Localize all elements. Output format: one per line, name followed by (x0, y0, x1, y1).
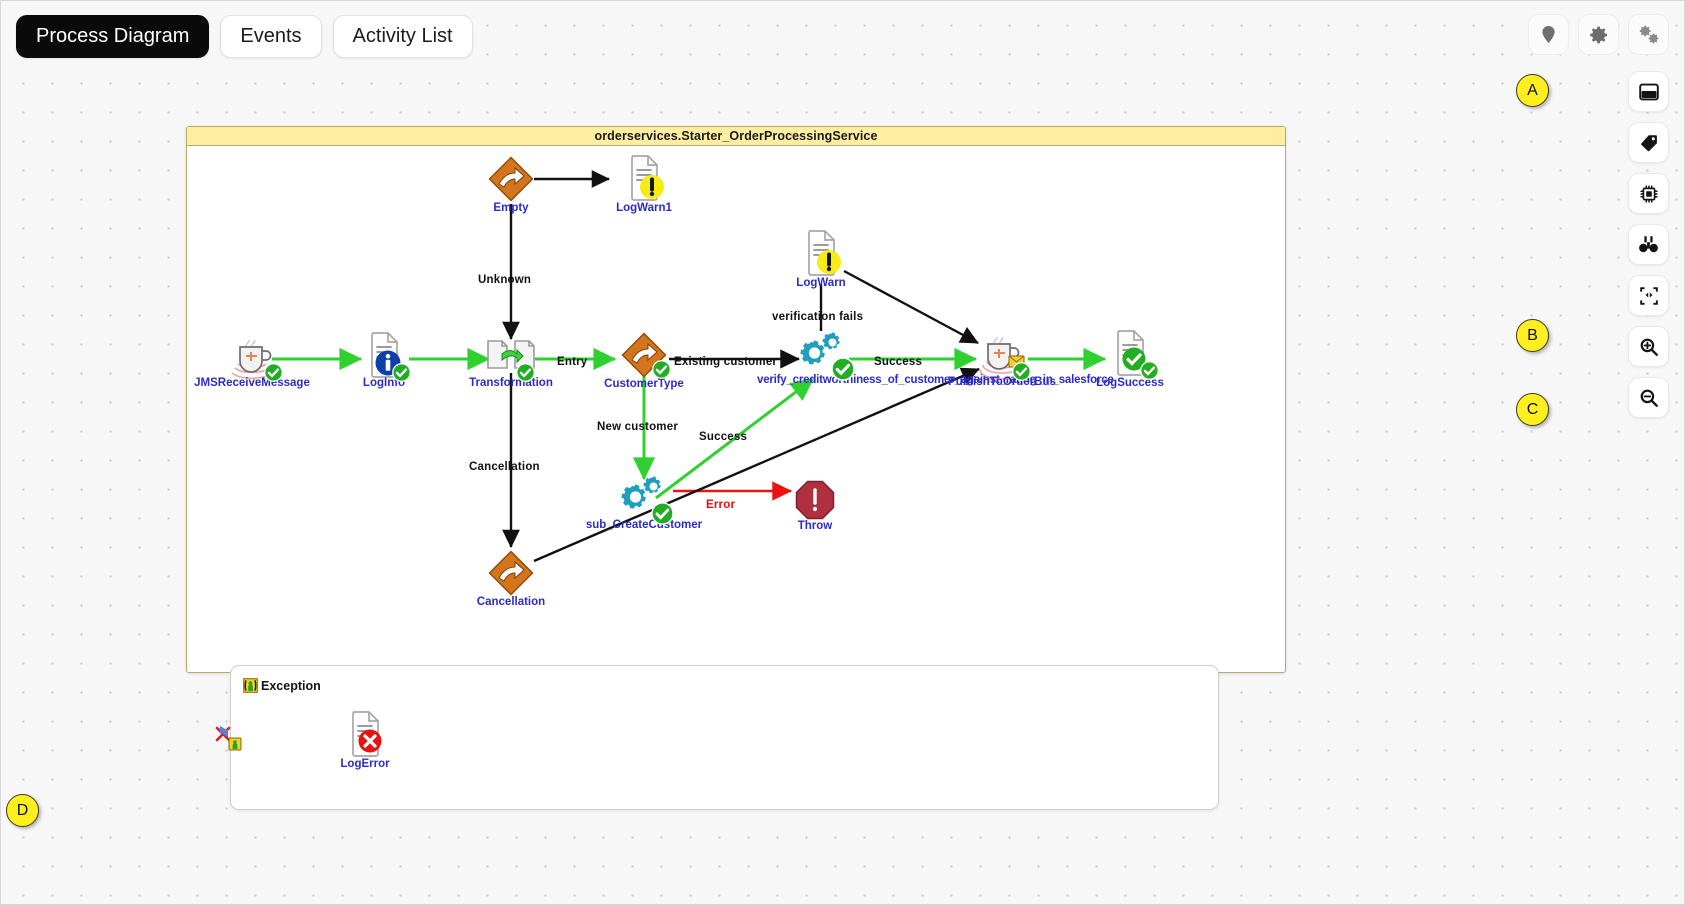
edge-label-success-sub: Success (699, 431, 748, 443)
pin-icon (1542, 26, 1555, 43)
status-ok-icon (1012, 362, 1031, 381)
node-label: Cancellation (476, 596, 546, 608)
node-label: LogWarn (796, 277, 846, 289)
doc-warn-icon (799, 229, 843, 282)
status-ok-icon (264, 363, 283, 382)
chip-button[interactable] (1628, 173, 1669, 214)
chip-icon (1639, 184, 1658, 203)
pin-button[interactable] (1528, 14, 1569, 55)
zoom-out-icon (1640, 389, 1658, 407)
binoculars-button[interactable] (1628, 224, 1669, 265)
exception-label: Exception (261, 678, 321, 693)
process-panel[interactable]: orderservices.Starter_OrderProcessingSer… (186, 126, 1286, 673)
tab-events[interactable]: Events (220, 15, 322, 58)
zoom-in-button[interactable] (1628, 326, 1669, 367)
annotation-badge-d: D (6, 794, 39, 827)
broken-link-icon (214, 723, 248, 760)
tag-button[interactable] (1628, 122, 1669, 163)
node-label: verify_creditworthiness_of_customer_agai… (757, 374, 1114, 387)
edge-label-unknown: Unknown (478, 274, 532, 286)
node-label: LogError (340, 758, 390, 770)
exception-icon (243, 678, 258, 693)
exception-header: Exception (243, 678, 321, 693)
node-label: Throw (797, 520, 833, 532)
edge-label-verification-fails: verification fails (772, 311, 864, 323)
node-label: CustomerType (604, 378, 684, 390)
edge-label-new-customer: New customer (597, 421, 679, 433)
annotation-badge-a: A (1516, 74, 1549, 107)
octagon-error-icon (795, 480, 835, 525)
doc-error-icon (343, 710, 387, 763)
node-label: LogWarn1 (616, 202, 672, 214)
binoculars-icon (1639, 236, 1658, 253)
annotation-badge-c: C (1516, 393, 1549, 426)
edge-label-entry: Entry (557, 356, 588, 368)
tab-process-diagram[interactable]: Process Diagram (16, 15, 210, 58)
panel-window-icon (1638, 83, 1659, 100)
edge-label-success-verify: Success (874, 356, 923, 368)
node-label: Empty (493, 202, 529, 214)
gear-icon (1589, 26, 1607, 43)
panel-window-button[interactable] (1628, 71, 1669, 112)
diamond-arrow-icon (488, 156, 534, 207)
node-label: PublishToOrderBus (948, 376, 1056, 388)
diamond-arrow-icon (488, 550, 534, 601)
gears-settings-icon (1639, 25, 1658, 43)
zoom-in-icon (1640, 338, 1658, 356)
process-panel-title: orderservices.Starter_OrderProcessingSer… (187, 127, 1285, 146)
node-label: sub_CreateCustomer (585, 519, 703, 531)
status-ok-icon (652, 360, 671, 379)
node-label: Transformation (469, 377, 553, 389)
status-ok-icon (516, 363, 535, 382)
status-ok-icon (651, 502, 674, 525)
view-tabs: Process Diagram Events Activity List (16, 15, 473, 58)
process-diagram-canvas[interactable]: Process Diagram Events Activity List ord… (0, 0, 1685, 905)
tag-icon (1640, 134, 1657, 151)
fit-collapse-button[interactable] (1628, 275, 1669, 316)
top-icon-group (1528, 14, 1669, 55)
fit-collapse-icon (1639, 286, 1658, 305)
tab-activity-list[interactable]: Activity List (332, 15, 473, 58)
zoom-out-button[interactable] (1628, 377, 1669, 418)
edge-label-existing-customer: Existing customer (674, 356, 778, 368)
doc-warn-icon (622, 154, 666, 207)
edge-label-error: Error (706, 499, 736, 511)
status-ok-icon (392, 363, 411, 382)
status-ok-icon (831, 357, 855, 381)
edge-label-cancellation: Cancellation (469, 461, 540, 473)
diagram-toolbar (1628, 71, 1669, 418)
annotation-badge-b: B (1516, 319, 1549, 352)
settings-button[interactable] (1578, 14, 1619, 55)
node-label: JMSReceiveMessage (194, 377, 310, 389)
advanced-settings-button[interactable] (1628, 14, 1669, 55)
status-ok-icon (1140, 361, 1159, 380)
